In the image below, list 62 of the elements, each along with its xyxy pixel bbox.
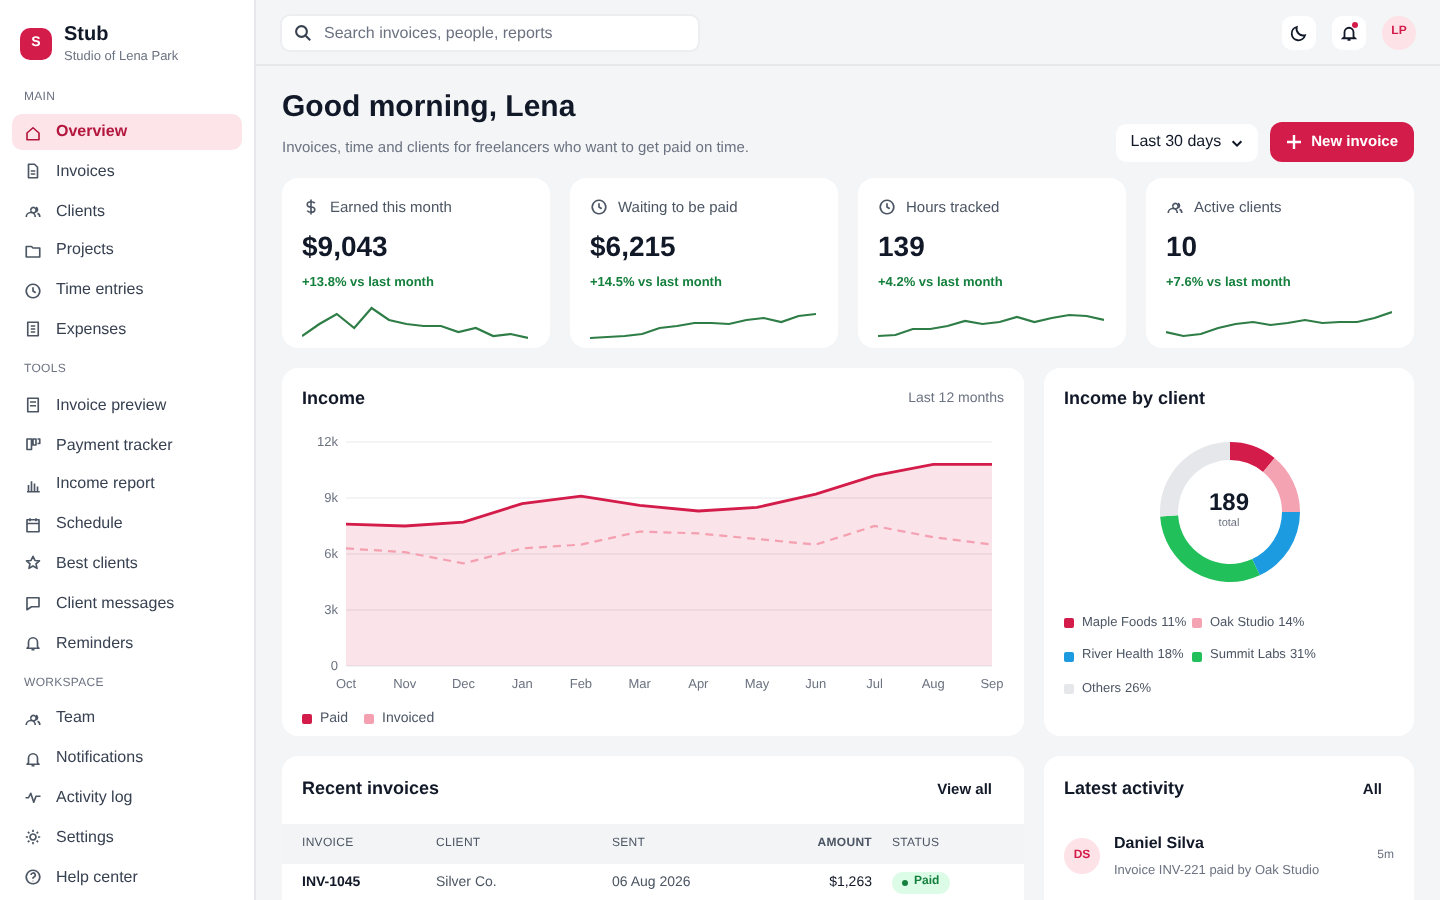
bell-icon (1340, 23, 1358, 41)
help-icon (24, 868, 42, 887)
activity-icon (24, 788, 42, 807)
clock-icon (878, 198, 896, 217)
sidebar-item[interactable]: Projects (12, 232, 242, 269)
date-range-select[interactable]: Last 30 days (1116, 123, 1258, 161)
sidebar-item[interactable]: Payment tracker (12, 427, 242, 464)
sidebar-item[interactable]: Invoices (12, 153, 242, 190)
sidebar-item[interactable]: Overview (12, 114, 242, 150)
document-icon (24, 396, 42, 415)
kanban-icon (24, 436, 42, 455)
sidebar-item[interactable]: Schedule (12, 506, 242, 543)
card-title: Income (302, 386, 366, 412)
page-title: Good morning, Lena (282, 90, 578, 126)
sidebar-item[interactable]: Expenses (12, 311, 242, 348)
document-icon (24, 162, 42, 181)
sidebar-item[interactable]: Team (12, 700, 242, 737)
plus-icon (1285, 134, 1302, 150)
sidebar-item[interactable]: Clients (12, 193, 242, 230)
settings-icon (24, 828, 42, 847)
card-title: Recent invoices (302, 776, 440, 803)
sidebar-item[interactable]: Invoice preview (12, 387, 242, 424)
theme-toggle-button[interactable] (1282, 15, 1316, 49)
activity-name: Daniel Silva (1114, 832, 1206, 856)
sidebar-item[interactable]: Income report (12, 466, 242, 503)
sidebar-item[interactable]: Time entries (12, 272, 242, 309)
receipt-icon (24, 320, 42, 339)
bell-icon (24, 634, 42, 653)
home-icon (24, 123, 42, 141)
people-icon (1166, 198, 1184, 217)
kpi-value: $9,043 (302, 228, 390, 265)
sidebar-item[interactable]: Activity log (12, 779, 242, 816)
clock-icon (590, 198, 608, 217)
notifications-button[interactable] (1332, 15, 1366, 49)
sidebar-item[interactable]: Help center (12, 859, 242, 896)
people-icon (24, 709, 42, 728)
people-icon (24, 202, 42, 221)
search-input[interactable]: Search invoices, people, reports (324, 15, 698, 49)
chat-icon (24, 594, 42, 613)
chevron-down-icon (1229, 135, 1244, 149)
sidebar-item[interactable]: Notifications (12, 740, 242, 777)
bar-chart-icon (24, 475, 42, 494)
star-icon (24, 554, 42, 573)
card-title: Income by client (1064, 386, 1208, 412)
search-icon (294, 23, 312, 41)
sidebar-item[interactable]: Best clients (12, 545, 242, 582)
kpi-value: 139 (878, 228, 927, 265)
search-field[interactable]: Search invoices, people, reports (280, 13, 700, 51)
calendar-icon (24, 515, 42, 534)
folder-icon (24, 241, 42, 260)
sidebar-item[interactable]: Reminders (12, 625, 242, 662)
sidebar-item[interactable]: Client messages (12, 585, 242, 622)
bell-icon (24, 749, 42, 768)
kpi-value: 10 (1166, 228, 1200, 265)
clock-icon (24, 281, 42, 300)
dollar-icon (302, 198, 320, 217)
brand-name: Stub (64, 22, 111, 48)
sidebar-item[interactable]: Settings (12, 819, 242, 856)
moon-icon (1290, 23, 1308, 41)
donut-total: 189 (1208, 488, 1250, 517)
card-title: Latest activity (1064, 776, 1185, 803)
kpi-value: $6,215 (590, 228, 678, 265)
